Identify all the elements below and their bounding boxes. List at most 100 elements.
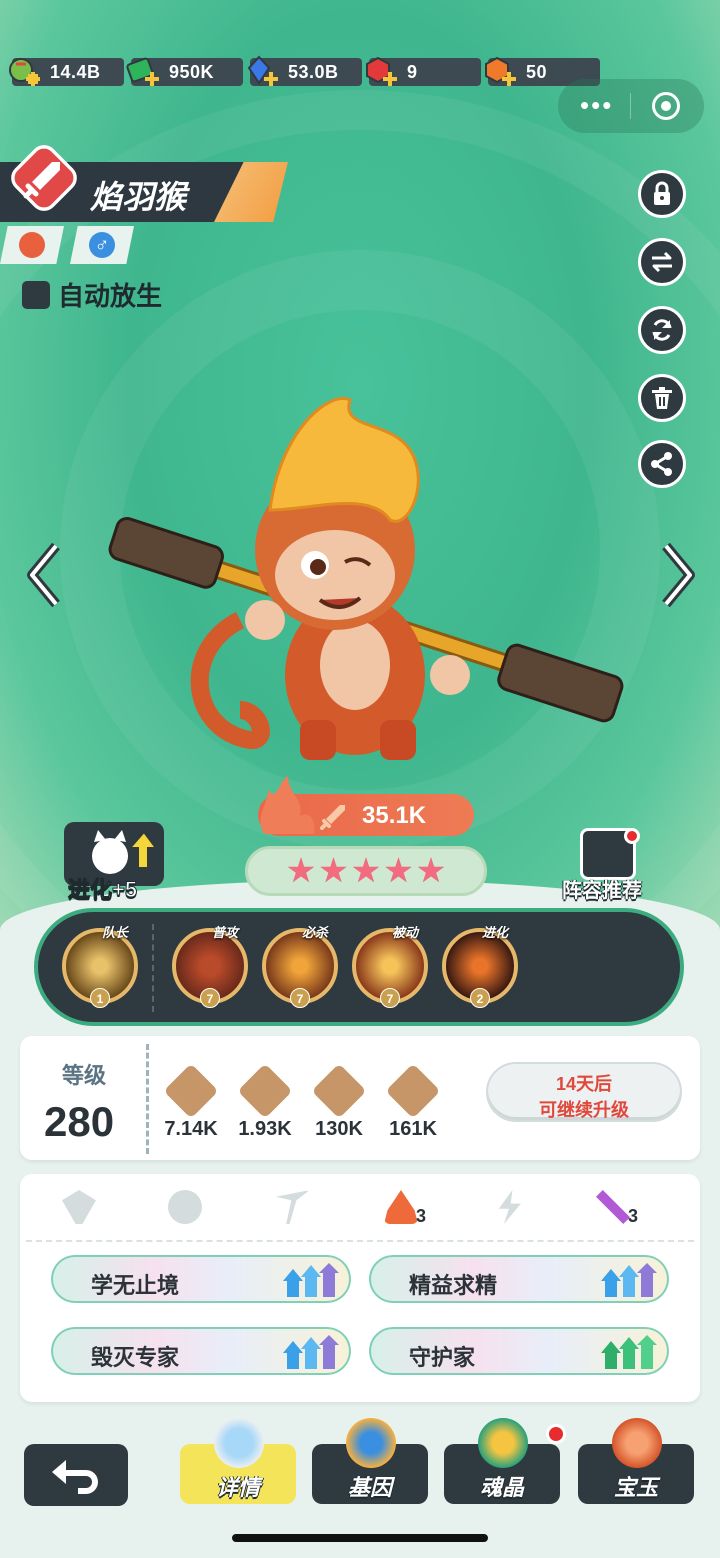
- nav-tab-gene[interactable]: 基因: [312, 1418, 428, 1504]
- skill-tag: 进化: [482, 925, 509, 940]
- upgrade-line1: 14天后: [555, 1074, 613, 1094]
- lineup-recommend-button[interactable]: 阵容推荐: [562, 828, 662, 902]
- share-icon: [651, 452, 672, 476]
- sword-icon: [23, 162, 60, 199]
- resource-red-gem[interactable]: 9: [366, 56, 481, 86]
- attack-sword-icon: [163, 1063, 219, 1119]
- nav-tab-details[interactable]: 详情: [180, 1418, 296, 1504]
- swap-icon: [652, 251, 672, 273]
- pet-name-banner: 焰羽猴: [0, 139, 288, 222]
- red-gem-icon: [366, 56, 397, 86]
- back-button[interactable]: [24, 1444, 128, 1506]
- gender-tag: ♂: [70, 226, 134, 264]
- notification-dot: [546, 1424, 566, 1444]
- trait-filter-tools[interactable]: 3: [596, 1190, 646, 1230]
- combat-power-bar: 35.1K: [258, 776, 474, 836]
- resource-value: 14.4B: [50, 61, 101, 82]
- stat-attack: 7.14K: [154, 1063, 228, 1141]
- skills-bar: 队长 1 普攻 7 必杀 7 被动 7 进化 2: [34, 908, 684, 1026]
- campfire-icon: [384, 1190, 418, 1224]
- home-indicator[interactable]: [232, 1534, 488, 1542]
- trait-label: 守护家: [409, 1345, 476, 1370]
- capsule-divider: [630, 93, 631, 119]
- orange-gem-icon: [485, 56, 516, 86]
- stats-card: 等级 280 7.14K 1.93K 130K 161K 14天后 可继续升级: [20, 1036, 700, 1160]
- resource-crystal[interactable]: 53.0B: [247, 55, 362, 86]
- previous-pet-arrow-icon[interactable]: [24, 540, 64, 610]
- nav-tab-jade[interactable]: 宝玉: [578, 1418, 694, 1504]
- auto-release-label: 自动放生: [58, 281, 163, 311]
- skill-level: 2: [470, 988, 490, 1008]
- stat-hp: 130K: [302, 1063, 376, 1141]
- swap-button[interactable]: [638, 238, 686, 286]
- nav-tab-soul-crystal[interactable]: 魂晶: [444, 1418, 566, 1504]
- skill-normal-attack[interactable]: 普攻 7: [172, 925, 252, 1008]
- combat-power-value: 35.1K: [362, 802, 427, 829]
- pet-tags: ♂: [0, 226, 134, 264]
- next-pet-arrow-icon[interactable]: [658, 540, 698, 610]
- trait-filter-campfire[interactable]: 3: [384, 1190, 434, 1230]
- nav-tab-label: 详情: [215, 1475, 260, 1500]
- trait-filter-lightning[interactable]: [492, 1190, 542, 1230]
- fire-monkey-character[interactable]: [90, 390, 630, 770]
- crystal-cluster-icon: [612, 1418, 662, 1468]
- traits-divider: [26, 1240, 694, 1242]
- triple-up-arrow-icon: [283, 1335, 339, 1369]
- traits-card: 3 3 学无止境 精益求精 毁灭专家 守护家: [20, 1174, 700, 1402]
- trash-icon: [652, 387, 672, 409]
- skill-tag: 普攻: [212, 925, 239, 940]
- skill-tag: 被动: [392, 925, 419, 940]
- nav-tab-label: 基因: [347, 1475, 392, 1500]
- element-tag[interactable]: [0, 226, 64, 264]
- trait-pill[interactable]: 精益求精: [366, 1252, 672, 1306]
- star-icon: ★: [318, 852, 349, 890]
- checkbox[interactable]: [22, 280, 50, 309]
- resource-cash[interactable]: 950K: [126, 57, 243, 86]
- close-target-icon[interactable]: [652, 92, 680, 120]
- stat-defense: 1.93K: [228, 1063, 302, 1141]
- trait-pill[interactable]: 毁灭专家: [48, 1324, 354, 1378]
- skill-evolution[interactable]: 进化 2: [442, 925, 522, 1008]
- more-options-icon[interactable]: •••: [580, 91, 613, 119]
- power-stat-value: 161K: [389, 1118, 437, 1140]
- male-icon: ♂: [89, 232, 115, 258]
- star-icon: ★: [350, 852, 382, 890]
- lock-button[interactable]: [638, 170, 686, 218]
- delete-button[interactable]: [638, 374, 686, 422]
- trait-filter-sprout[interactable]: [62, 1190, 112, 1230]
- triple-up-arrow-icon: [601, 1335, 657, 1369]
- trait-label: 毁灭专家: [91, 1345, 180, 1370]
- blue-crystal-icon: [247, 55, 278, 86]
- defense-shield-icon: [237, 1063, 293, 1119]
- sprout-icon: [62, 1190, 96, 1224]
- dna-icon: [346, 1418, 396, 1468]
- miniprogram-capsule: •••: [558, 79, 704, 133]
- green-cash-icon: [126, 57, 159, 86]
- resource-value: 53.0B: [288, 61, 339, 82]
- resource-value: 50: [526, 61, 548, 82]
- skill-captain[interactable]: 队长 1: [62, 925, 142, 1008]
- auto-release-toggle[interactable]: 自动放生: [22, 276, 162, 313]
- trait-label: 学无止境: [91, 1273, 180, 1298]
- trait-filter-pickaxe[interactable]: [276, 1190, 326, 1230]
- pickaxe-icon: [276, 1190, 310, 1224]
- nav-tab-label: 魂晶: [479, 1475, 524, 1500]
- share-button[interactable]: [638, 440, 686, 488]
- evolve-button[interactable]: 进化+5: [60, 822, 164, 903]
- level-label: 等级: [62, 1063, 107, 1088]
- trait-filter-cloud[interactable]: [168, 1190, 218, 1230]
- trait-pill[interactable]: 守护家: [366, 1324, 672, 1378]
- defense-value: 1.93K: [238, 1118, 292, 1140]
- skill-ultimate[interactable]: 必杀 7: [262, 925, 342, 1008]
- refresh-button[interactable]: [638, 306, 686, 354]
- fire-icon: [19, 232, 45, 258]
- skill-passive[interactable]: 被动 7: [352, 925, 432, 1008]
- skill-tag: 队长: [102, 925, 129, 940]
- upgrade-locked-button[interactable]: 14天后 可继续升级: [486, 1062, 682, 1122]
- star-icon: ★: [383, 852, 414, 890]
- trait-icon-row: 3 3: [20, 1186, 700, 1236]
- trait-pill[interactable]: 学无止境: [48, 1252, 354, 1306]
- paw-card-icon: [478, 1418, 528, 1468]
- resource-potion[interactable]: 14.4B: [9, 58, 124, 86]
- trait-count: 3: [416, 1206, 427, 1226]
